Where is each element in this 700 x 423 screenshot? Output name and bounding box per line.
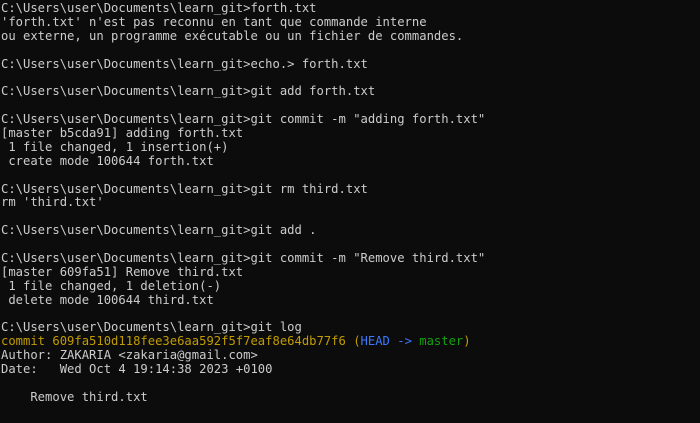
ref-paren-close: ) xyxy=(463,334,471,349)
terminal-line: [master b5cda91] adding forth.txt xyxy=(1,126,244,141)
terminal-line: delete mode 100644 third.txt xyxy=(1,292,214,307)
terminal-window[interactable]: C:\Users\user\Documents\learn_git>forth.… xyxy=(0,0,700,423)
terminal-line: 1 file changed, 1 deletion(-) xyxy=(1,278,222,293)
branch-ref: master xyxy=(419,334,464,349)
git-log-author: Author: ZAKARIA <zakaria@gmail.com> xyxy=(1,348,258,363)
git-log-blank xyxy=(1,377,700,391)
head-ref: HEAD -> xyxy=(360,334,420,349)
git-log-commit-line: commit 609fa510d118fee3e6aa592f5f7eaf8e6… xyxy=(1,334,700,349)
git-log-message: Remove third.txt xyxy=(1,389,148,404)
terminal-line: [master 609fa51] Remove third.txt xyxy=(1,264,244,279)
terminal-line: C:\Users\user\Documents\learn_git>git rm… xyxy=(1,181,368,196)
terminal-line: create mode 100644 forth.txt xyxy=(1,153,214,168)
terminal-line: C:\Users\user\Documents\learn_git>git co… xyxy=(1,251,486,266)
terminal-line: rm 'third.txt' xyxy=(1,195,104,210)
terminal-line: C:\Users\user\Documents\learn_git>echo.>… xyxy=(1,56,368,71)
terminal-line: C:\Users\user\Documents\learn_git>git ad… xyxy=(1,223,317,238)
terminal-line: 1 file changed, 1 insertion(+) xyxy=(1,139,229,154)
terminal-line: C:\Users\user\Documents\learn_git>forth.… xyxy=(1,1,317,15)
git-log-date: Date: Wed Oct 4 19:14:38 2023 +0100 xyxy=(1,362,273,377)
terminal-line: C:\Users\user\Documents\learn_git>git lo… xyxy=(1,320,302,335)
terminal-line: C:\Users\user\Documents\learn_git>git ad… xyxy=(1,84,376,99)
terminal-line: C:\Users\user\Documents\learn_git>git co… xyxy=(1,112,486,127)
terminal-line: 'forth.txt' n'est pas reconnu en tant qu… xyxy=(1,14,427,29)
ref-paren-open: ( xyxy=(353,334,361,349)
terminal-line: ou externe, un programme exécutable ou u… xyxy=(1,28,464,43)
commit-hash: commit 609fa510d118fee3e6aa592f5f7eaf8e6… xyxy=(1,334,354,349)
